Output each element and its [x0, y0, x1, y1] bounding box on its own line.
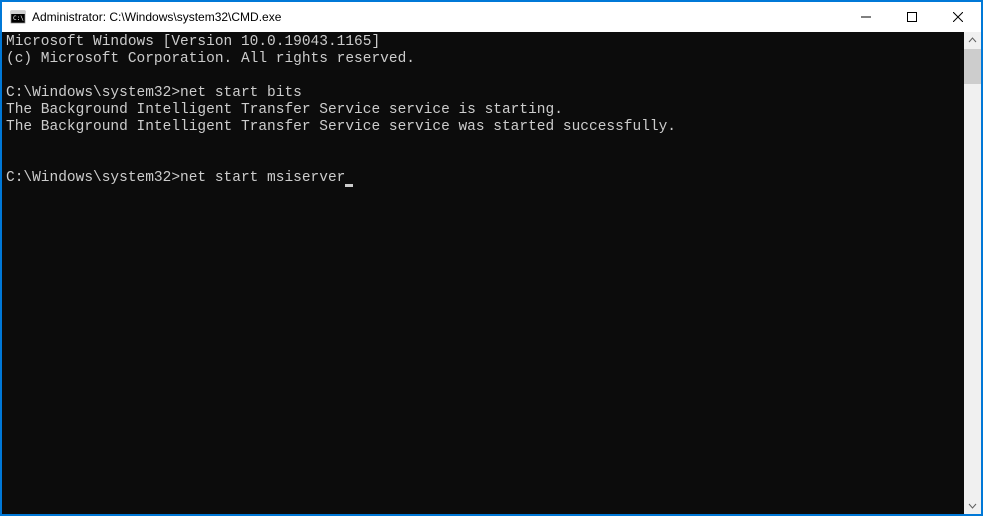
terminal-line: Microsoft Windows [Version 10.0.19043.11…: [6, 34, 960, 51]
cmd-window: C:\ Administrator: C:\Windows\system32\C…: [2, 2, 981, 514]
terminal-current-line: C:\Windows\system32>net start msiserver: [6, 170, 960, 187]
scroll-down-button[interactable]: [964, 497, 981, 514]
vertical-scrollbar[interactable]: [964, 32, 981, 514]
close-button[interactable]: [935, 2, 981, 32]
terminal-line: [6, 68, 960, 85]
terminal-prompt-text: C:\Windows\system32>net start msiserver: [6, 170, 345, 186]
scroll-thumb[interactable]: [964, 49, 981, 84]
window-controls: [843, 2, 981, 32]
close-icon: [953, 12, 963, 22]
terminal-cursor: [345, 184, 353, 187]
terminal-line: [6, 153, 960, 170]
maximize-icon: [907, 12, 917, 22]
client-area: Microsoft Windows [Version 10.0.19043.11…: [2, 32, 981, 514]
terminal-line: The Background Intelligent Transfer Serv…: [6, 119, 960, 136]
scroll-track[interactable]: [964, 49, 981, 497]
scroll-up-button[interactable]: [964, 32, 981, 49]
maximize-button[interactable]: [889, 2, 935, 32]
titlebar[interactable]: C:\ Administrator: C:\Windows\system32\C…: [2, 2, 981, 32]
terminal-line: The Background Intelligent Transfer Serv…: [6, 102, 960, 119]
minimize-icon: [861, 12, 871, 22]
chevron-down-icon: [968, 501, 977, 510]
terminal-line: [6, 136, 960, 153]
chevron-up-icon: [968, 36, 977, 45]
terminal-output[interactable]: Microsoft Windows [Version 10.0.19043.11…: [2, 32, 964, 514]
minimize-button[interactable]: [843, 2, 889, 32]
terminal-line: (c) Microsoft Corporation. All rights re…: [6, 51, 960, 68]
svg-text:C:\: C:\: [13, 15, 24, 22]
window-title: Administrator: C:\Windows\system32\CMD.e…: [32, 10, 843, 24]
cmd-icon: C:\: [10, 9, 26, 25]
terminal-line: C:\Windows\system32>net start bits: [6, 85, 960, 102]
